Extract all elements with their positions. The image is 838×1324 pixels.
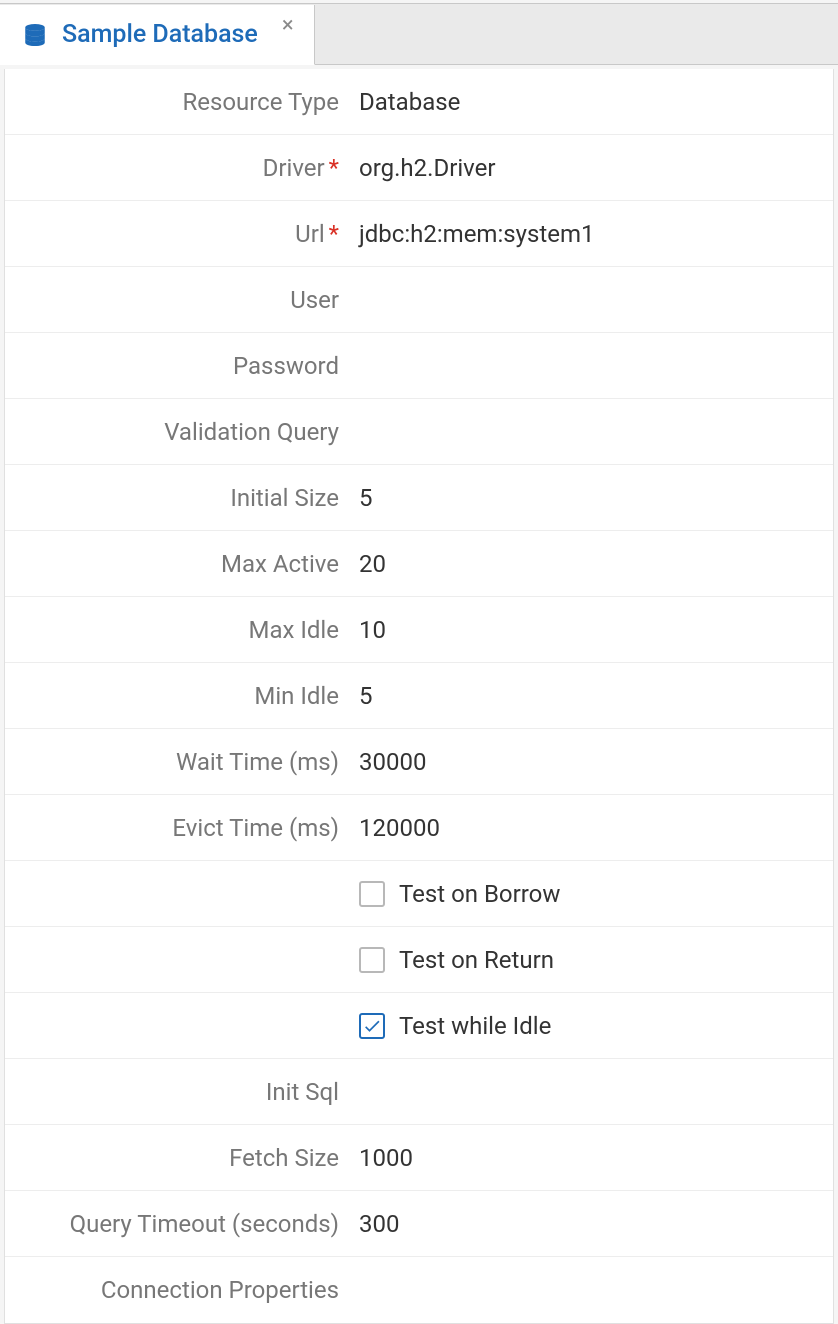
tab-label: Sample Database <box>62 20 258 49</box>
row-initial-size: Initial Size 5 <box>5 465 833 531</box>
label-fetch-size: Fetch Size <box>23 1144 345 1172</box>
row-test-while-idle: Test while Idle <box>5 993 833 1059</box>
database-icon <box>22 22 48 48</box>
value-max-active[interactable]: 20 <box>345 550 386 578</box>
row-query-timeout: Query Timeout (seconds) 300 <box>5 1191 833 1257</box>
row-test-on-return: Test on Return <box>5 927 833 993</box>
row-resource-type: Resource Type Database <box>5 69 833 135</box>
label-user: User <box>23 286 345 314</box>
tab-bar: Sample Database × <box>0 3 838 65</box>
row-max-idle: Max Idle 10 <box>5 597 833 663</box>
label-query-timeout: Query Timeout (seconds) <box>23 1210 345 1238</box>
row-fetch-size: Fetch Size 1000 <box>5 1125 833 1191</box>
checkbox-label-test-on-return: Test on Return <box>399 946 554 974</box>
label-min-idle: Min Idle <box>23 682 345 710</box>
value-min-idle[interactable]: 5 <box>345 682 373 710</box>
value-driver[interactable]: org.h2.Driver <box>345 154 496 182</box>
close-icon[interactable]: × <box>282 5 294 37</box>
label-evict-time: Evict Time (ms) <box>23 814 345 842</box>
label-connection-properties: Connection Properties <box>23 1276 345 1304</box>
label-driver: Driver* <box>23 154 345 182</box>
row-max-active: Max Active 20 <box>5 531 833 597</box>
checkbox-test-while-idle[interactable] <box>359 1013 385 1039</box>
row-min-idle: Min Idle 5 <box>5 663 833 729</box>
row-evict-time: Evict Time (ms) 120000 <box>5 795 833 861</box>
label-validation-query: Validation Query <box>23 418 345 446</box>
row-password: Password <box>5 333 833 399</box>
checkbox-label-test-on-borrow: Test on Borrow <box>399 880 560 908</box>
row-wait-time: Wait Time (ms) 30000 <box>5 729 833 795</box>
checkbox-test-on-borrow[interactable] <box>359 881 385 907</box>
label-password: Password <box>23 352 345 380</box>
label-max-idle: Max Idle <box>23 616 345 644</box>
row-driver: Driver* org.h2.Driver <box>5 135 833 201</box>
label-url: Url* <box>23 220 345 248</box>
value-max-idle[interactable]: 10 <box>345 616 386 644</box>
value-query-timeout[interactable]: 300 <box>345 1210 399 1238</box>
row-test-on-borrow: Test on Borrow <box>5 861 833 927</box>
value-initial-size[interactable]: 5 <box>345 484 373 512</box>
label-max-active: Max Active <box>23 550 345 578</box>
row-init-sql: Init Sql <box>5 1059 833 1125</box>
form-panel: Resource Type Database Driver* org.h2.Dr… <box>4 69 834 1324</box>
row-url: Url* jdbc:h2:mem:system1 <box>5 201 833 267</box>
value-fetch-size[interactable]: 1000 <box>345 1144 413 1172</box>
value-evict-time[interactable]: 120000 <box>345 814 440 842</box>
label-resource-type: Resource Type <box>23 88 345 116</box>
value-wait-time[interactable]: 30000 <box>345 748 426 776</box>
row-user: User <box>5 267 833 333</box>
row-connection-properties: Connection Properties <box>5 1257 833 1323</box>
checkbox-test-on-return[interactable] <box>359 947 385 973</box>
page-container: Sample Database × Resource Type Database… <box>0 0 838 1324</box>
label-initial-size: Initial Size <box>23 484 345 512</box>
label-wait-time: Wait Time (ms) <box>23 748 345 776</box>
label-init-sql: Init Sql <box>23 1078 345 1106</box>
value-resource-type[interactable]: Database <box>345 88 460 116</box>
tab-sample-database[interactable]: Sample Database × <box>0 5 315 65</box>
value-url[interactable]: jdbc:h2:mem:system1 <box>345 220 595 248</box>
row-validation-query: Validation Query <box>5 399 833 465</box>
checkbox-label-test-while-idle: Test while Idle <box>399 1012 551 1040</box>
